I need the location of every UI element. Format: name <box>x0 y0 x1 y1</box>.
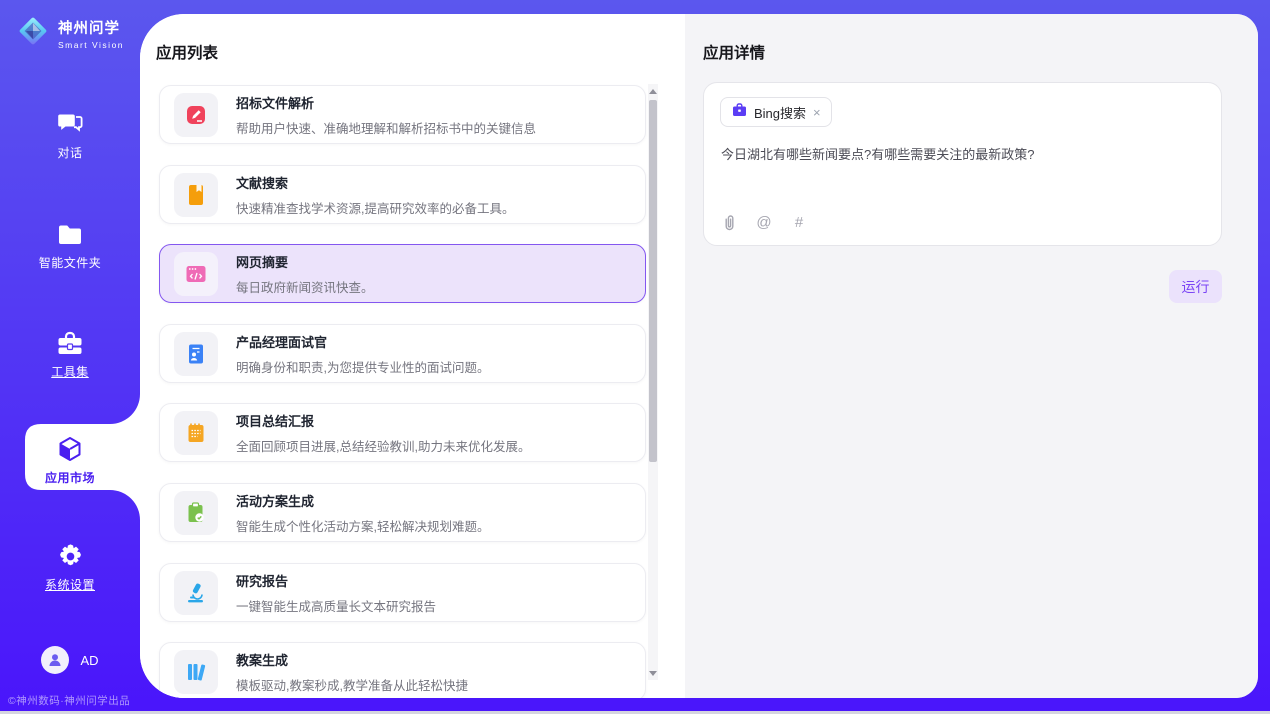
app-detail-title: 应用详情 <box>703 41 765 63</box>
sidebar-item-smart-folders[interactable]: 智能文件夹 <box>0 222 140 271</box>
microscope-icon <box>174 571 218 615</box>
hashtag-icon[interactable]: # <box>790 213 808 231</box>
scrollbar-thumb[interactable] <box>649 100 657 462</box>
app-list-scrollbar[interactable] <box>648 84 658 680</box>
prompt-query-text[interactable]: 今日湖北有哪些新闻要点?有哪些需要关注的最新政策? <box>721 145 1205 165</box>
book-icon <box>174 173 218 217</box>
app-list-title: 应用列表 <box>156 41 218 63</box>
close-icon[interactable]: × <box>813 106 821 119</box>
run-button[interactable]: 运行 <box>1169 270 1222 303</box>
tool-tag-bing[interactable]: Bing搜索 × <box>720 97 832 127</box>
doc-person-icon <box>174 332 218 376</box>
cube-icon <box>0 435 140 463</box>
app-detail-panel: 应用详情 Bing搜索 × 今日湖北有哪些新闻要点?有哪些需要关注的最新政策? … <box>685 14 1258 698</box>
sidebar-item-label: 工具集 <box>0 363 140 380</box>
mention-icon[interactable]: @ <box>755 213 773 231</box>
sidebar-footer: ©神州数码·神州问学出品 <box>8 693 130 708</box>
sidebar-item-settings[interactable]: 系统设置 <box>0 543 140 593</box>
app-desc: 一键智能生成高质量长文本研究报告 <box>236 596 436 615</box>
tool-tag-label: Bing搜索 <box>754 103 806 122</box>
app-name: 项目总结汇报 <box>236 411 530 430</box>
app-card-web-summary[interactable]: 网页摘要 每日政府新闻资讯快查。 <box>159 244 646 303</box>
app-card-event-plan[interactable]: 活动方案生成 智能生成个性化活动方案,轻松解决规划难题。 <box>159 483 646 542</box>
app-card-lesson-plan[interactable]: 教案生成 模板驱动,教案秒成,教学准备从此轻松快捷 <box>159 642 646 698</box>
app-desc: 智能生成个性化活动方案,轻松解决规划难题。 <box>236 516 489 535</box>
app-desc: 快速精准查找学术资源,提高研究效率的必备工具。 <box>236 198 514 217</box>
app-name: 活动方案生成 <box>236 491 489 510</box>
app-desc: 明确身份和职责,为您提供专业性的面试问题。 <box>236 357 489 376</box>
folder-icon <box>0 222 140 248</box>
attachment-icon[interactable] <box>720 213 738 231</box>
browser-code-icon <box>174 252 218 296</box>
sidebar-item-chat[interactable]: 对话 <box>0 110 140 161</box>
gear-icon <box>0 543 140 570</box>
brand-gem-icon <box>16 14 50 53</box>
brand-subtitle: Smart Vision <box>58 40 124 50</box>
user-initials: AD <box>80 653 98 668</box>
chat-icon <box>0 110 140 138</box>
app-card-pm-interviewer[interactable]: 产品经理面试官 明确身份和职责,为您提供专业性的面试问题。 <box>159 324 646 383</box>
briefcase-icon <box>732 103 747 122</box>
app-name: 招标文件解析 <box>236 93 536 112</box>
app-card-bid-parse[interactable]: 招标文件解析 帮助用户快速、准确地理解和解析招标书中的关键信息 <box>159 85 646 144</box>
books-icon <box>174 650 218 694</box>
app-desc: 模板驱动,教案秒成,教学准备从此轻松快捷 <box>236 675 468 694</box>
app-name: 网页摘要 <box>236 252 374 271</box>
scroll-up-icon[interactable] <box>648 84 658 98</box>
sidebar-item-toolset[interactable]: 工具集 <box>0 330 140 380</box>
sidebar-item-label: 对话 <box>0 144 140 161</box>
app-desc: 每日政府新闻资讯快查。 <box>236 277 374 296</box>
app-name: 教案生成 <box>236 650 468 669</box>
sidebar-item-label: 系统设置 <box>0 576 140 593</box>
app-card-research-report[interactable]: 研究报告 一键智能生成高质量长文本研究报告 <box>159 563 646 622</box>
brand-name: 神州问学 <box>58 17 124 38</box>
scroll-down-icon[interactable] <box>648 666 658 680</box>
app-desc: 帮助用户快速、准确地理解和解析招标书中的关键信息 <box>236 118 536 137</box>
sidebar-item-label: 应用市场 <box>0 469 140 486</box>
app-name: 产品经理面试官 <box>236 332 489 351</box>
user-account[interactable]: AD <box>0 646 140 674</box>
app-desc: 全面回顾项目进展,总结经验教训,助力未来优化发展。 <box>236 436 530 455</box>
prompt-input-card[interactable]: Bing搜索 × 今日湖北有哪些新闻要点?有哪些需要关注的最新政策? @ # <box>703 82 1222 246</box>
clipboard-check-icon <box>174 491 218 535</box>
avatar <box>41 646 69 674</box>
sidebar: 神州问学 Smart Vision 对话 智能文件夹 <box>0 0 140 714</box>
sidebar-item-label: 智能文件夹 <box>0 254 140 271</box>
main-content: 应用列表 招标文件解析 帮助用户快速、准确地理解和解析招标书中的关键信息 文献搜… <box>140 14 1258 698</box>
toolbox-icon <box>0 330 140 357</box>
app-name: 文献搜索 <box>236 173 514 192</box>
app-list-panel: 应用列表 招标文件解析 帮助用户快速、准确地理解和解析招标书中的关键信息 文献搜… <box>140 14 685 698</box>
brand-logo: 神州问学 Smart Vision <box>16 14 124 53</box>
app-card-project-report[interactable]: 项目总结汇报 全面回顾项目进展,总结经验教训,助力未来优化发展。 <box>159 403 646 462</box>
pen-square-icon <box>174 93 218 137</box>
sidebar-item-app-market[interactable]: 应用市场 <box>0 435 140 486</box>
notepad-icon <box>174 411 218 455</box>
app-name: 研究报告 <box>236 571 436 590</box>
app-card-literature-search[interactable]: 文献搜索 快速精准查找学术资源,提高研究效率的必备工具。 <box>159 165 646 224</box>
